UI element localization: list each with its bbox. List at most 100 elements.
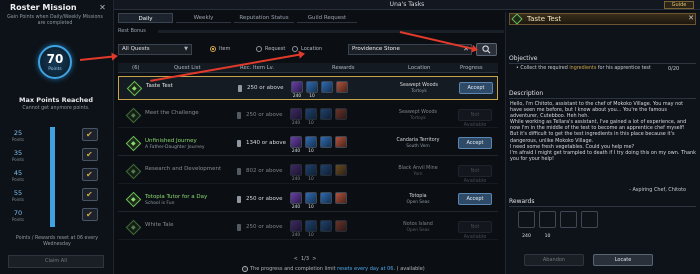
reward-item-icon[interactable]	[335, 220, 347, 232]
tier-value: 45	[13, 169, 23, 177]
reward-item-icon[interactable]	[306, 81, 318, 93]
quest-row[interactable]: ◆ Unfinished Journey A Father-Daughter Jou…	[118, 132, 498, 156]
tier-25: 25 Points	[8, 129, 28, 142]
rec-item-level: 250 or above	[246, 224, 283, 230]
radio-location[interactable]: Location	[292, 46, 322, 52]
reward-item-icon[interactable]	[305, 136, 317, 148]
reward-item-icon[interactable]	[335, 108, 347, 120]
reward-item-icon[interactable]	[290, 136, 302, 148]
reward-item-icon[interactable]	[290, 192, 302, 204]
quest-row[interactable]: ◆ White Tale 250 or above 240 10 Notos Island…	[118, 216, 498, 240]
quest-diamond-icon: ◆	[125, 191, 142, 208]
tier-unit: Points	[11, 217, 24, 222]
quest-filter-select[interactable]: All Quests ▼	[118, 44, 192, 55]
reward-item-icon[interactable]	[305, 108, 317, 120]
reward-item-icon[interactable]	[336, 81, 348, 93]
objective-count: 0/20	[668, 66, 680, 72]
reward-item-icon[interactable]	[518, 211, 535, 228]
quest-name: White Tale	[145, 222, 174, 228]
reward-item-icon[interactable]	[581, 211, 598, 228]
location-region: South Vern	[406, 144, 430, 149]
reward-count: 10	[308, 121, 314, 126]
reward-item-icon[interactable]	[320, 136, 332, 148]
quest-row[interactable]: ◆ Research and Development 802 or above 240…	[118, 160, 498, 184]
chest-reward-icon[interactable]: ✔	[82, 128, 98, 141]
tier-value: 70	[13, 209, 23, 217]
item-level-icon	[237, 140, 241, 147]
reward-item-icon[interactable]	[335, 164, 347, 176]
detail-close-icon[interactable]: ✕	[686, 13, 696, 23]
reward-count: 240	[291, 177, 301, 182]
abandon-button[interactable]: Abandon	[524, 254, 584, 266]
reward-item-icon[interactable]	[320, 192, 332, 204]
tab-weekly[interactable]: Weekly	[176, 13, 231, 23]
reward-item-icon[interactable]	[291, 81, 303, 93]
tier-35: 35 Points	[8, 149, 28, 162]
tab-guild-request[interactable]: Guild Request	[297, 13, 357, 23]
quest-subtitle: A Father-Daughter Journey	[145, 145, 205, 150]
mark-icon: ◆	[131, 111, 136, 119]
reward-item-icon[interactable]	[335, 192, 347, 204]
objective-part: for his apprentice test	[596, 66, 651, 71]
guide-button[interactable]: Guide	[664, 1, 694, 9]
accept-button[interactable]: Accept	[458, 193, 492, 205]
reward-count: 10	[309, 94, 315, 99]
signature: - Aspiring Chef, Chitoto	[629, 187, 686, 193]
reward-item-icon[interactable]	[539, 211, 556, 228]
reward-item-icon[interactable]	[290, 220, 302, 232]
accept-button[interactable]: Accept	[458, 137, 492, 149]
page-number: 1/3	[300, 256, 310, 262]
claim-all-button[interactable]: Claim All	[8, 255, 104, 268]
points-label: Points	[48, 67, 62, 72]
check-icon: ✔	[86, 210, 93, 219]
page-indicator[interactable]: < 1/3 >	[270, 256, 340, 262]
reward-item-icon[interactable]	[305, 220, 317, 232]
search-button[interactable]	[476, 43, 497, 56]
reward-item-icon[interactable]	[290, 108, 302, 120]
reward-item-icon[interactable]	[320, 164, 332, 176]
chest-reward-icon[interactable]: ✔	[82, 188, 98, 201]
radio-request[interactable]: Request	[256, 46, 285, 52]
description-paragraph: But it's difficult to get the test ingre…	[510, 131, 675, 144]
radio-dot	[292, 46, 298, 52]
mark-icon: ◆	[131, 167, 136, 175]
quest-row[interactable]: ◆ Meet the Challenge 250 or above 240 10 Seaw…	[118, 104, 498, 128]
reward-count: 240	[291, 205, 301, 210]
tab-daily[interactable]: Daily	[118, 13, 173, 23]
rec-item-level: 250 or above	[246, 112, 283, 118]
tab-reputation-status[interactable]: Reputation Status	[234, 13, 294, 23]
reward-item-icon[interactable]	[305, 192, 317, 204]
search-input[interactable]: Providence Stone	[348, 44, 472, 55]
not-available-button[interactable]: Not Available	[458, 221, 492, 240]
reward-item-icon[interactable]	[335, 136, 347, 148]
chest-reward-icon[interactable]: ✔	[82, 168, 98, 181]
quest-row[interactable]: ◆ Totopia Tutor for a Day School is Fun 250…	[118, 188, 498, 212]
header-rewards: Rewards	[332, 65, 355, 71]
description-paragraph: Hello, I'm Chitoto, assistant to the che…	[510, 101, 684, 120]
location-region: Open Seas	[406, 228, 430, 233]
not-available-button[interactable]: Not Available	[458, 109, 492, 128]
window-title: Una's Tasks	[389, 1, 425, 8]
quest-row[interactable]: ◆ Taste Test 250 or above 240 10 Seawept Wood…	[118, 76, 498, 100]
accept-button[interactable]: Accept	[459, 82, 493, 94]
chest-reward-icon[interactable]: ✔	[82, 208, 98, 221]
reward-item-icon[interactable]	[290, 164, 302, 176]
reward-item-icon[interactable]	[320, 108, 332, 120]
roster-close-icon[interactable]: ✕	[98, 3, 107, 12]
chest-reward-icon[interactable]: ✔	[82, 148, 98, 161]
roster-mission-panel: Roster Mission ✕ Gain Points when Daily/…	[0, 0, 114, 274]
not-available-button[interactable]: Not Available	[458, 165, 492, 184]
divider	[509, 206, 696, 207]
reward-count: 240	[522, 234, 531, 239]
location-name: Totopia	[409, 194, 427, 199]
header-rec-item-lv: Rec. Item Lv.	[240, 65, 275, 71]
reward-item-icon[interactable]	[320, 220, 332, 232]
locate-button[interactable]: Locate	[593, 254, 653, 266]
quest-diamond-icon: ◆	[125, 163, 142, 180]
reward-item-icon[interactable]	[560, 211, 577, 228]
rest-bonus-label: Rest Bonus	[118, 28, 146, 34]
quest-subtitle: School is Fun	[145, 201, 175, 206]
reward-item-icon[interactable]	[321, 81, 333, 93]
radio-item[interactable]: Item	[210, 46, 230, 52]
reward-item-icon[interactable]	[305, 164, 317, 176]
